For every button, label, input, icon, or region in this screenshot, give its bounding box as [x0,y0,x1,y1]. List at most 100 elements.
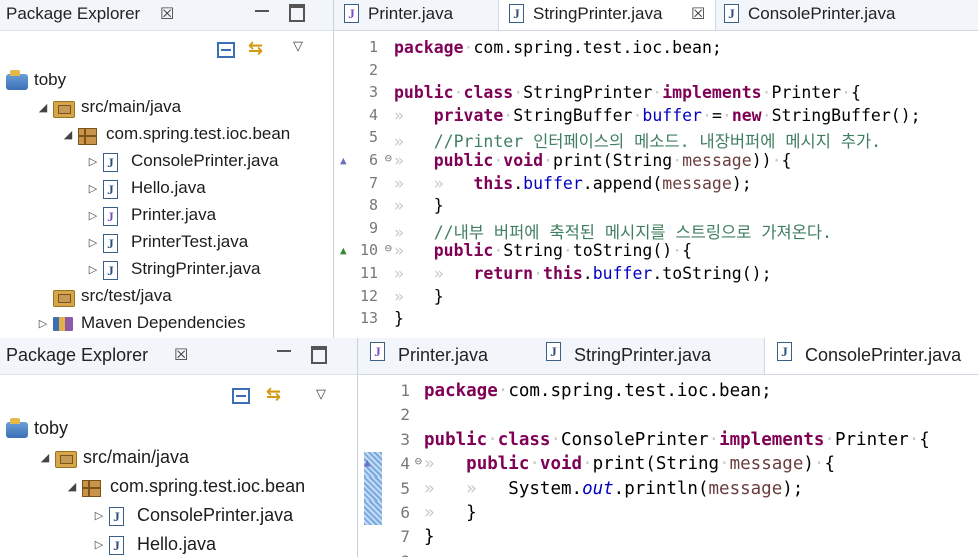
fold-toggle-icon[interactable]: ⊖ [385,151,392,165]
collapsed-chevron-icon[interactable]: ▷ [93,509,105,522]
expanded-chevron-icon[interactable]: ◢ [39,451,51,464]
close-icon[interactable]: ☒ [174,345,188,365]
tree-item[interactable]: ▷ J StringPrinter.java [0,257,333,284]
collapsed-chevron-icon[interactable]: ▷ [87,263,99,276]
collapse-all-icon[interactable] [232,388,250,404]
code-line[interactable]: 12 » } [334,286,978,309]
whitespace-marker: » [394,196,434,216]
collapsed-chevron-icon[interactable]: ▷ [87,155,99,168]
code-line[interactable]: 4» private·StringBuffer·buffer·=·new·Str… [334,105,978,128]
tree-item[interactable]: ▷ J ConsolePrinter.java [0,503,357,532]
link-with-editor-icon[interactable]: ⇆ [266,384,281,405]
code-line[interactable]: 5 » » System.out.println(message); [358,476,978,501]
code-line[interactable]: 13} [334,308,978,331]
implements-marker-icon[interactable]: ▲ [340,154,347,167]
editor-tab[interactable]: J ConsolePrinter.java [714,0,964,30]
whitespace-marker: » » [424,478,509,499]
code-line[interactable]: ▲ 6 ⊖» public·void·print(String·message))·… [334,150,978,173]
implements-marker-icon[interactable]: ▲ [364,456,371,469]
maximize-icon[interactable] [311,346,327,364]
editor-tab[interactable]: J Printer.java [358,338,534,374]
code-line[interactable]: 8 [358,550,978,557]
tree-item[interactable]: ▷ J Printer.java [0,203,333,230]
editor-tab[interactable]: J StringPrinter.java [534,338,764,374]
code-text: public·class·StringPrinter·implements·Pr… [394,83,861,102]
tree-item[interactable]: ▷ J Hello.java [0,532,357,557]
tree-item[interactable]: src/test/java [0,284,333,311]
collapsed-chevron-icon[interactable]: ▷ [93,538,105,551]
fold-toggle-icon[interactable]: ⊖ [385,241,392,255]
tree-item[interactable]: ◢ com.spring.test.ioc.bean [0,122,333,149]
link-with-editor-icon[interactable]: ⇆ [248,38,263,59]
tree-item[interactable]: ◢ com.spring.test.ioc.bean [0,474,357,503]
whitespace-marker: · [529,454,540,475]
line-number: 7 [368,173,378,192]
editor-tab[interactable]: J ConsolePrinter.java [764,338,978,374]
package-explorer-tab[interactable]: Package Explorer ☒ [0,338,357,375]
override-marker-icon[interactable]: ▲ [340,244,347,257]
java-file-icon: J [103,261,118,280]
keyword: implements [719,429,825,450]
view-title[interactable]: Package Explorer [6,4,140,24]
code-line[interactable]: 8 » } [334,195,978,218]
code-line[interactable]: 5 » //Printer 인터페이스의 메소드. 내장버퍼에 메시지 추가. [334,127,978,151]
view-menu-chevron-down-icon[interactable]: ▽ [293,38,303,54]
whitespace-marker: · [487,429,498,450]
tree-item[interactable]: ▷ Maven Dependencies [0,311,333,338]
code-text: . [513,173,524,193]
code-line[interactable]: 3 public·class·StringPrinter·implements·P… [334,82,978,105]
collapsed-chevron-icon[interactable]: ▷ [37,317,49,330]
code-line[interactable]: ▲ 10 ⊖» public·String·toString()·{ [334,240,978,263]
minimize-icon[interactable] [255,10,269,12]
code-area[interactable]: 1 package·com.spring.test.ioc.bean; 2 3 publ… [334,37,978,331]
code-text: StringBuffer [513,105,633,125]
line-number: 3 [400,429,410,449]
code-line[interactable]: 6 » } [358,500,978,526]
collapse-all-icon[interactable] [217,42,235,58]
minimize-icon[interactable] [277,350,291,352]
code-line[interactable]: 7} [358,525,978,549]
close-icon[interactable]: ☒ [160,4,174,24]
expanded-chevron-icon[interactable]: ◢ [66,480,78,493]
code-line[interactable]: 7 » » this.buffer.append(message); [334,173,978,196]
code-area[interactable]: 1 package·com.spring.test.ioc.bean; 2 3 publ… [358,379,978,557]
expanded-chevron-icon[interactable]: ◢ [37,101,49,114]
expanded-chevron-icon[interactable]: ◢ [62,128,74,141]
view-menu-chevron-down-icon[interactable]: ▽ [316,386,326,402]
tree-item-label: Printer.java [131,205,217,224]
tree-item[interactable]: ◢ src/main/java [0,445,357,474]
code-line[interactable]: 1 package·com.spring.test.ioc.bean; [334,37,978,60]
code-line[interactable]: 2 [334,60,978,83]
view-title[interactable]: Package Explorer [6,345,148,366]
collapsed-chevron-icon[interactable]: ▷ [87,209,99,222]
tree-item[interactable]: ▷ J PrinterTest.java [0,230,333,257]
close-icon[interactable]: ☒ [691,4,705,24]
collapsed-chevron-icon[interactable]: ▷ [87,182,99,195]
line-number: 8 [400,552,410,557]
parameter: message [708,478,783,499]
editor-tab[interactable]: J Printer.java [334,0,498,30]
tree-item[interactable]: toby [0,68,333,95]
code-line[interactable]: 1 package·com.spring.test.ioc.bean; [358,379,978,403]
editor-tab[interactable]: J StringPrinter.java ☒ [498,0,716,30]
code-text: ConsolePrinter [561,429,709,450]
package-explorer-tab[interactable]: Package Explorer ☒ [0,0,333,31]
code-line[interactable]: 11 » » return·this.buffer.toString(); [334,263,978,286]
keyword: public [394,83,454,103]
line-gutter: 7 [334,173,394,196]
tree-item[interactable]: ◢ src/main/java [0,95,333,122]
collapsed-chevron-icon[interactable]: ▷ [87,236,99,249]
maximize-icon[interactable] [289,4,305,22]
code-text: package·com.spring.test.ioc.bean; [394,38,722,57]
code-line[interactable]: 9 » //내부 버퍼에 축적된 메시지를 스트링으로 가져온다. [334,218,978,242]
tree-item[interactable]: ▷ J Hello.java [0,176,333,203]
fold-toggle-icon[interactable]: ⊖ [415,454,422,468]
package-icon [82,480,101,497]
line-gutter: 4 [334,105,394,128]
code-line[interactable]: 2 [358,403,978,427]
code-line[interactable]: ▲ 4 ⊖» public·void·print(String·message)·{ [358,452,978,477]
code-line[interactable]: 3 public·class·ConsolePrinter·implements·… [358,428,978,452]
tree-item[interactable]: ▷ J ConsolePrinter.java [0,149,333,176]
tree-item[interactable]: toby [0,416,357,445]
code-text: } [433,286,444,306]
